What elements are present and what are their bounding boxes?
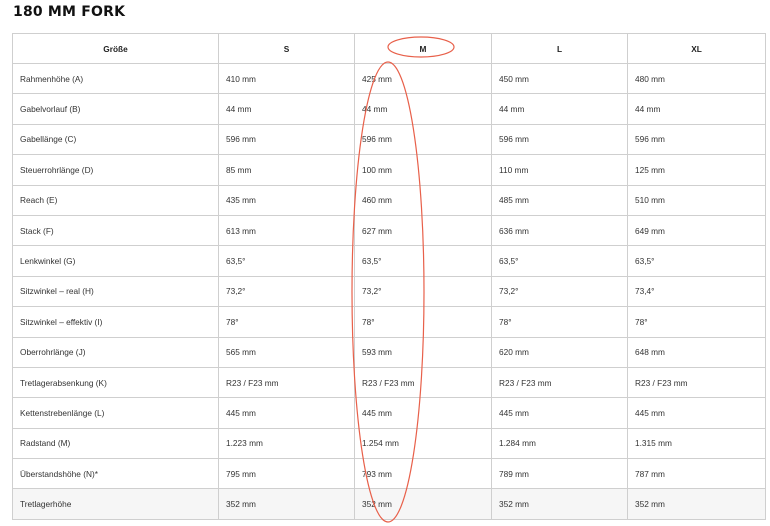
table-row: Stack (F) 613 mm 627 mm 636 mm 649 mm <box>12 214 766 247</box>
table-cell: 445 mm <box>354 397 492 429</box>
table-cell: 510 mm <box>627 184 766 216</box>
header-xl: XL <box>627 33 766 64</box>
table-cell: 620 mm <box>491 336 628 368</box>
table-cell: 795 mm <box>218 458 355 490</box>
table-cell: 596 mm <box>627 123 766 156</box>
table-cell: 596 mm <box>354 123 492 156</box>
row-label: Gabelvorlauf (B) <box>12 93 219 125</box>
table-cell: R23 / F23 mm <box>491 366 628 399</box>
table-cell: 460 mm <box>354 184 492 216</box>
table-cell: 110 mm <box>491 154 628 186</box>
table-row: Gabellänge (C) 596 mm 596 mm 596 mm 596 mm <box>12 123 766 156</box>
table-cell: 593 mm <box>354 336 492 368</box>
table-cell: 435 mm <box>218 184 355 216</box>
table-cell: 44 mm <box>218 93 355 125</box>
table-cell: 73,2° <box>491 275 628 308</box>
table-cell: 485 mm <box>491 184 628 216</box>
row-label: Überstandshöhe (N)* <box>12 458 219 490</box>
page-title: 180 MM FORK <box>13 4 126 20</box>
table-cell: 63,5° <box>354 245 492 277</box>
table-cell: 445 mm <box>491 397 628 429</box>
row-label: Gabellänge (C) <box>12 123 219 156</box>
table-cell: 445 mm <box>218 397 355 429</box>
table-cell: R23 / F23 mm <box>627 366 766 399</box>
table-cell: 565 mm <box>218 336 355 368</box>
table-row: Tretlagerabsenkung (K) R23 / F23 mm R23 / … <box>12 366 766 399</box>
table-row: Rahmenhöhe (A) 410 mm 425 mm 450 mm 480 mm <box>12 62 766 95</box>
table-cell: 787 mm <box>627 458 766 490</box>
table-row: Steuerrohrlänge (D) 85 mm 100 mm 110 mm 125 … <box>12 154 766 186</box>
table-cell: 627 mm <box>354 214 492 247</box>
row-label: Stack (F) <box>12 214 219 247</box>
row-label: Kettenstrebenlänge (L) <box>12 397 219 429</box>
row-label: Steuerrohrlänge (D) <box>12 154 219 186</box>
table-cell: 410 mm <box>218 62 355 95</box>
table-row: Sitzwinkel – effektiv (I) 78° 78° 78° 78° <box>12 306 766 338</box>
table-cell: 100 mm <box>354 154 492 186</box>
table-cell: 78° <box>354 306 492 338</box>
row-label: Oberrohrlänge (J) <box>12 336 219 368</box>
geometry-table: Größe S M L XL Rahmenhöhe (A) 410 mm 425 m… <box>12 33 766 520</box>
row-label: Rahmenhöhe (A) <box>12 62 219 95</box>
table-cell: 44 mm <box>354 93 492 125</box>
table-cell: 596 mm <box>491 123 628 156</box>
table-row: Reach (E) 435 mm 460 mm 485 mm 510 mm <box>12 184 766 216</box>
table-cell: 63,5° <box>218 245 355 277</box>
table-cell: 445 mm <box>627 397 766 429</box>
table-cell: 1.254 mm <box>354 427 492 460</box>
header-s: S <box>218 33 355 64</box>
table-cell: 63,5° <box>627 245 766 277</box>
table-cell: 425 mm <box>354 62 492 95</box>
table-cell: 1.223 mm <box>218 427 355 460</box>
table-cell: 78° <box>491 306 628 338</box>
table-cell: 85 mm <box>218 154 355 186</box>
table-cell: 636 mm <box>491 214 628 247</box>
table-cell: 480 mm <box>627 62 766 95</box>
table-cell: R23 / F23 mm <box>218 366 355 399</box>
table-row: Oberrohrlänge (J) 565 mm 593 mm 620 mm 648 m… <box>12 336 766 368</box>
table-cell: 649 mm <box>627 214 766 247</box>
table-cell: 613 mm <box>218 214 355 247</box>
row-label: Tretlagerabsenkung (K) <box>12 366 219 399</box>
table-cell: R23 / F23 mm <box>354 366 492 399</box>
row-label: Radstand (M) <box>12 427 219 460</box>
table-cell: 450 mm <box>491 62 628 95</box>
table-cell: 648 mm <box>627 336 766 368</box>
header-l: L <box>491 33 628 64</box>
table-cell: 44 mm <box>491 93 628 125</box>
table-row: Gabelvorlauf (B) 44 mm 44 mm 44 mm 44 mm <box>12 93 766 125</box>
table-row: Sitzwinkel – real (H) 73,2° 73,2° 73,2° 73,4… <box>12 275 766 308</box>
table-cell: 352 mm <box>491 488 628 520</box>
table-cell: 352 mm <box>218 488 355 520</box>
table-cell: 44 mm <box>627 93 766 125</box>
table-cell: 78° <box>627 306 766 338</box>
table-cell: 1.315 mm <box>627 427 766 460</box>
row-label: Sitzwinkel – effektiv (I) <box>12 306 219 338</box>
table-cell: 793 mm <box>354 458 492 490</box>
table-cell: 73,4° <box>627 275 766 308</box>
table-row: Radstand (M) 1.223 mm 1.254 mm 1.284 mm 1.31… <box>12 427 766 460</box>
table-cell: 596 mm <box>218 123 355 156</box>
table-cell: 73,2° <box>218 275 355 308</box>
header-size: Größe <box>12 33 219 64</box>
table-row: Kettenstrebenlänge (L) 445 mm 445 mm 445 mm… <box>12 397 766 429</box>
row-label: Tretlagerhöhe <box>12 488 219 520</box>
table-cell: 789 mm <box>491 458 628 490</box>
table-row: Lenkwinkel (G) 63,5° 63,5° 63,5° 63,5° <box>12 245 766 277</box>
table-cell: 78° <box>218 306 355 338</box>
table-cell: 352 mm <box>627 488 766 520</box>
table-row: Überstandshöhe (N)* 795 mm 793 mm 789 mm 787… <box>12 458 766 490</box>
table-cell: 352 mm <box>354 488 492 520</box>
table-cell: 1.284 mm <box>491 427 628 460</box>
table-row: Tretlagerhöhe 352 mm 352 mm 352 mm 352 mm <box>12 488 766 520</box>
row-label: Reach (E) <box>12 184 219 216</box>
row-label: Lenkwinkel (G) <box>12 245 219 277</box>
table-cell: 125 mm <box>627 154 766 186</box>
row-label: Sitzwinkel – real (H) <box>12 275 219 308</box>
table-cell: 73,2° <box>354 275 492 308</box>
table-cell: 63,5° <box>491 245 628 277</box>
header-m: M <box>354 33 492 64</box>
table-header-row: Größe S M L XL <box>12 33 766 64</box>
